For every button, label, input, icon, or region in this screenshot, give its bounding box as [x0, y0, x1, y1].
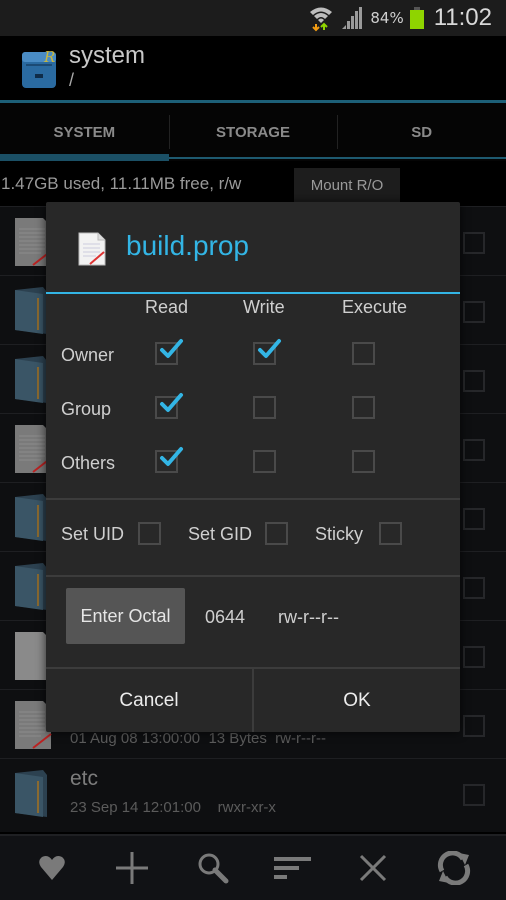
bottom-toolbar	[0, 834, 506, 900]
battery-percent: 84%	[370, 9, 404, 27]
others-execute-checkbox[interactable]	[352, 450, 375, 473]
signal-icon	[340, 7, 364, 29]
column-read: Read	[145, 297, 189, 317]
title-divider	[46, 292, 460, 294]
search-icon[interactable]	[191, 846, 235, 890]
owner-execute-checkbox[interactable]	[352, 342, 375, 365]
tab-label: SD	[411, 123, 433, 141]
tab-label: STORAGE	[216, 123, 290, 141]
divider	[46, 498, 460, 500]
permissions-dialog: build.prop Read Write Execute Owner Grou…	[46, 202, 460, 732]
battery-icon	[409, 7, 424, 29]
current-path: /	[69, 70, 75, 90]
tab-sd[interactable]: SD	[337, 103, 506, 161]
refresh-icon[interactable]	[432, 846, 476, 890]
status-bar: 84% 11:02	[0, 0, 506, 36]
row-checkbox[interactable]	[463, 784, 485, 806]
row-checkbox[interactable]	[463, 301, 485, 323]
action-bar: R system /	[0, 36, 506, 100]
tab-label: SYSTEM	[53, 123, 116, 141]
sticky-checkbox[interactable]	[379, 522, 402, 545]
app-logo-icon[interactable]: R	[20, 46, 60, 90]
dialog-title: build.prop	[126, 230, 249, 261]
row-checkbox[interactable]	[463, 646, 485, 668]
file-row[interactable]: etc 23 Sep 14 12:01:00 rwxr-xr-x	[0, 758, 506, 827]
row-checkbox[interactable]	[463, 232, 485, 254]
setgid-checkbox[interactable]	[265, 522, 288, 545]
row-checkbox[interactable]	[463, 439, 485, 461]
column-write: Write	[243, 297, 285, 317]
setgid-label: Set GID	[188, 524, 253, 544]
dialog-buttons: Cancel OK	[46, 667, 460, 732]
cancel-button[interactable]: Cancel	[46, 669, 252, 732]
svg-text:R: R	[43, 48, 55, 66]
tab-bar: SYSTEM STORAGE SD	[0, 103, 506, 161]
storage-usage-text: 1.47GB used, 11.11MB free, r/w	[1, 174, 242, 193]
row-group-label: Group	[61, 399, 112, 419]
others-write-checkbox[interactable]	[253, 450, 276, 473]
mount-ro-button[interactable]: Mount R/O	[294, 168, 400, 203]
sticky-label: Sticky	[315, 524, 364, 544]
tab-storage[interactable]: STORAGE	[168, 103, 338, 161]
group-read-checkbox[interactable]	[155, 393, 183, 419]
file-meta: 01 Aug 08 13:00:00 13 Bytes rw-r--r--	[70, 730, 326, 747]
sort-icon[interactable]	[271, 846, 315, 890]
setuid-checkbox[interactable]	[138, 522, 161, 545]
clock: 11:02	[433, 4, 492, 31]
tab-indicator	[168, 157, 338, 159]
file-meta: 23 Sep 14 12:01:00 rwxr-xr-x	[70, 799, 276, 816]
row-owner-label: Owner	[61, 345, 115, 365]
owner-read-checkbox[interactable]	[155, 339, 183, 365]
screen-title: system	[69, 42, 146, 69]
tab-indicator	[0, 154, 169, 161]
text-file-icon	[78, 232, 106, 266]
file-name: etc	[70, 767, 99, 790]
plus-icon[interactable]	[110, 846, 154, 890]
owner-write-checkbox[interactable]	[253, 339, 281, 365]
tab-system[interactable]: SYSTEM	[0, 103, 169, 161]
tab-indicator	[337, 157, 506, 159]
enter-octal-button[interactable]: Enter Octal	[66, 588, 185, 644]
row-checkbox[interactable]	[463, 370, 485, 392]
column-execute: Execute	[342, 297, 408, 317]
row-checkbox[interactable]	[463, 577, 485, 599]
heart-icon[interactable]	[30, 846, 74, 890]
group-execute-checkbox[interactable]	[352, 396, 375, 419]
row-checkbox[interactable]	[463, 715, 485, 737]
divider	[46, 575, 460, 577]
close-icon[interactable]	[351, 846, 395, 890]
row-checkbox[interactable]	[463, 508, 485, 530]
octal-value: 0644	[205, 607, 246, 627]
folder-icon	[13, 769, 53, 819]
group-write-checkbox[interactable]	[253, 396, 276, 419]
permission-string: rw-r--r--	[278, 607, 339, 627]
others-read-checkbox[interactable]	[155, 447, 183, 473]
row-others-label: Others	[61, 453, 116, 473]
setuid-label: Set UID	[61, 524, 125, 544]
wifi-icon	[308, 4, 334, 32]
ok-button[interactable]: OK	[252, 669, 460, 732]
storage-info: 1.47GB used, 11.11MB free, r/w	[0, 163, 506, 205]
